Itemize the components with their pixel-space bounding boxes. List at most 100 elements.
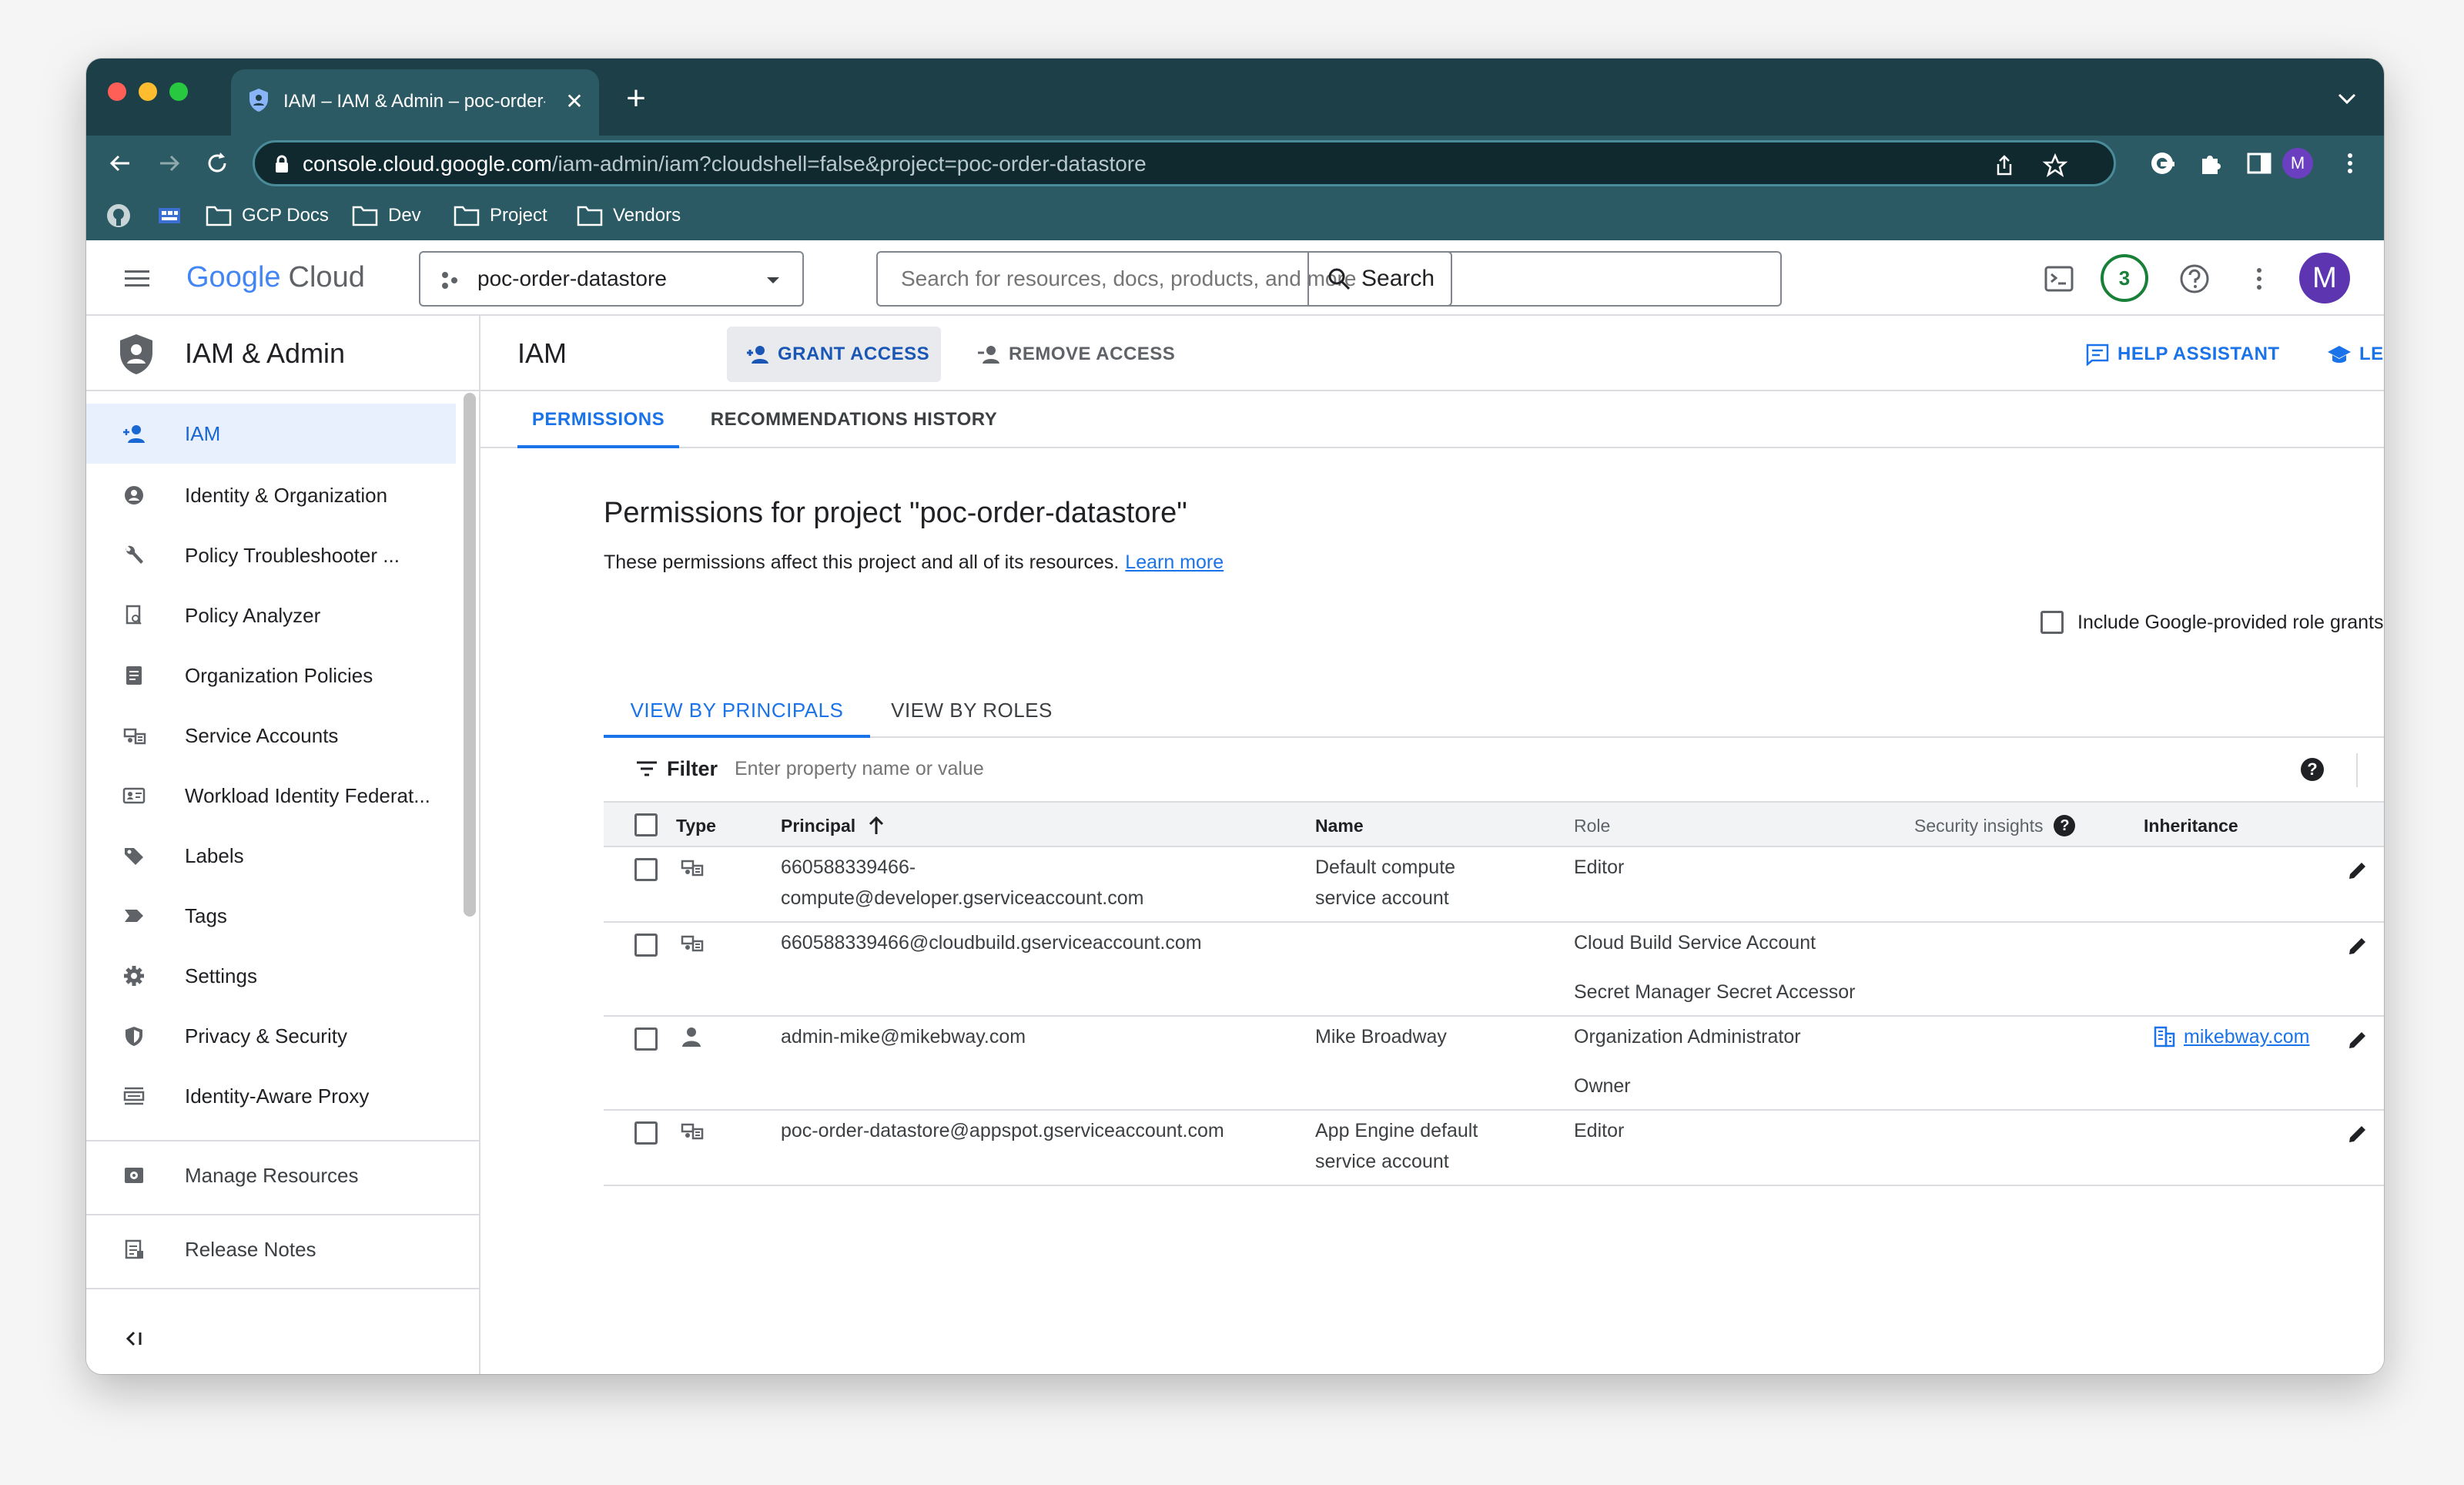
column-security-label: Security insights: [1914, 816, 2044, 836]
extensions-puzzle-icon[interactable]: [2196, 148, 2227, 179]
edit-pencil-icon[interactable]: [2345, 934, 2370, 958]
tab-close-icon[interactable]: ✕: [561, 86, 588, 117]
sidebar-item-workload-identity[interactable]: Workload Identity Federat...: [86, 766, 456, 826]
sidebar-item-labels[interactable]: Labels: [86, 826, 456, 886]
lock-icon: [276, 155, 288, 173]
forward-icon[interactable]: [154, 148, 185, 179]
help-assistant-button[interactable]: HELP ASSISTANT: [2085, 327, 2280, 382]
bookmark-gcp-docs[interactable]: GCP Docs: [205, 200, 329, 231]
column-name[interactable]: Name: [1315, 810, 1364, 841]
learn-more-link[interactable]: Learn more: [1125, 551, 1224, 573]
tab-search-icon[interactable]: [2332, 83, 2362, 114]
tab-recommendations-history[interactable]: RECOMMENDATIONS HISTORY: [704, 393, 1004, 448]
bookmarks-bar: GCP Docs Dev Project Vendors: [86, 191, 2384, 240]
browser-menu-icon[interactable]: [2335, 148, 2365, 179]
sidebar-item-release-notes[interactable]: Release Notes: [86, 1219, 479, 1280]
sidebar-item-privacy-security[interactable]: Privacy & Security: [86, 1006, 456, 1066]
label-tag-icon: [125, 848, 143, 865]
column-type[interactable]: Type: [676, 810, 716, 841]
github-icon[interactable]: [105, 202, 132, 230]
logo-google-text: Google: [186, 261, 281, 293]
inheritance-link[interactable]: mikebway.com: [2153, 1021, 2309, 1052]
filter-input[interactable]: [735, 753, 1736, 784]
select-all-checkbox[interactable]: [634, 813, 658, 836]
learn-label: LEARN: [2359, 344, 2384, 364]
sidebar-item-tags[interactable]: Tags: [86, 886, 456, 946]
browser-profile-avatar[interactable]: M: [2282, 148, 2313, 179]
sidebar-item-identity-aware-proxy[interactable]: Identity-Aware Proxy: [86, 1066, 456, 1126]
tab-view-by-roles[interactable]: VIEW BY ROLES: [881, 686, 1063, 738]
collapse-sidebar-icon[interactable]: [120, 1325, 148, 1353]
permissions-subtext: These permissions affect this project an…: [604, 547, 1224, 578]
side-panel-icon[interactable]: [2244, 148, 2275, 179]
bookmark-star-icon[interactable]: [2041, 152, 2069, 179]
project-picker[interactable]: poc-order-datastore: [419, 251, 804, 307]
principal-cell: 660588339466@cloudbuild.gserviceaccount.…: [781, 932, 1202, 954]
service-account-icon: [681, 1123, 704, 1140]
inheritance-label: mikebway.com: [2184, 1025, 2310, 1048]
cloud-shell-icon[interactable]: [2042, 262, 2076, 296]
name-cell-line2: service account: [1315, 1151, 1449, 1172]
browser-tab[interactable]: IAM – IAM & Admin – poc-order-datastore …: [231, 69, 599, 136]
sidebar-item-policy-troubleshooter[interactable]: Policy Troubleshooter ...: [86, 525, 456, 585]
row-checkbox[interactable]: [634, 934, 658, 957]
table-row: 660588339466@cloudbuild.gserviceaccount.…: [604, 923, 2384, 1017]
edit-pencil-icon[interactable]: [2345, 1121, 2370, 1146]
close-window-button[interactable]: [108, 82, 126, 101]
search-button[interactable]: Search: [1307, 251, 1452, 307]
row-checkbox[interactable]: [634, 1121, 658, 1145]
account-avatar[interactable]: M: [2299, 253, 2350, 303]
help-circle-icon[interactable]: ?: [2301, 758, 2324, 781]
tab-view-by-principals[interactable]: VIEW BY PRINCIPALS: [604, 686, 870, 738]
column-security-insights[interactable]: Security insights?: [1914, 810, 2076, 841]
new-tab-button[interactable]: +: [618, 80, 654, 117]
column-inheritance[interactable]: Inheritance: [2144, 810, 2238, 841]
edit-pencil-icon[interactable]: [2345, 1027, 2370, 1052]
back-icon[interactable]: [105, 148, 136, 179]
learn-button[interactable]: LEARN: [2327, 327, 2384, 382]
help-icon[interactable]: [2178, 262, 2211, 296]
zoom-window-button[interactable]: [169, 82, 188, 101]
sidebar-item-policy-analyzer[interactable]: Policy Analyzer: [86, 585, 456, 645]
column-role[interactable]: Role: [1574, 810, 1610, 841]
toolbar-divider: [2356, 753, 2358, 787]
google-cloud-logo[interactable]: Google Cloud: [186, 257, 365, 297]
remove-access-button[interactable]: REMOVE ACCESS: [976, 327, 1175, 382]
reload-icon[interactable]: [202, 148, 233, 179]
minimize-window-button[interactable]: [139, 82, 157, 101]
logo-cloud-text: Cloud: [288, 261, 365, 293]
address-bar[interactable]: console.cloud.google.com/iam-admin/iam?c…: [253, 140, 2116, 186]
tab-permissions[interactable]: PERMISSIONS: [517, 393, 679, 448]
folder-icon: [352, 206, 378, 226]
hamburger-menu-icon[interactable]: [120, 262, 154, 296]
role-cell: Editor: [1574, 1120, 1625, 1141]
column-principal[interactable]: Principal: [781, 810, 888, 841]
view-tabs: VIEW BY PRINCIPALS VIEW BY ROLES: [604, 686, 2384, 738]
extension-google-icon[interactable]: [2147, 148, 2178, 179]
sidebar-scrollbar[interactable]: [464, 393, 476, 917]
folder-icon: [206, 206, 232, 226]
name-cell: Mike Broadway: [1315, 1026, 1447, 1048]
more-options-icon[interactable]: [2242, 262, 2276, 296]
sidebar-item-organization-policies[interactable]: Organization Policies: [86, 645, 456, 706]
sidebar-item-service-accounts[interactable]: Service Accounts: [86, 706, 456, 766]
row-checkbox[interactable]: [634, 858, 658, 881]
help-circle-icon[interactable]: ?: [2054, 815, 2076, 836]
person-icon: [682, 1027, 701, 1047]
sidebar-item-settings[interactable]: Settings: [86, 946, 456, 1006]
sidebar-item-manage-resources[interactable]: Manage Resources: [86, 1145, 479, 1206]
bookmark-dev[interactable]: Dev: [351, 200, 421, 231]
tab-title: IAM – IAM & Admin – poc-order-datastore: [283, 91, 545, 112]
grant-access-button[interactable]: GRANT ACCESS: [727, 327, 941, 382]
app-grid-icon[interactable]: [156, 202, 183, 230]
sidebar-item-identity-organization[interactable]: Identity & Organization: [86, 465, 456, 525]
bookmark-project[interactable]: Project: [453, 200, 547, 231]
edit-pencil-icon[interactable]: [2345, 858, 2370, 883]
include-google-checkbox[interactable]: [2040, 611, 2064, 634]
bookmark-vendors[interactable]: Vendors: [576, 200, 681, 231]
sidebar-item-iam[interactable]: IAM: [86, 404, 456, 464]
share-icon[interactable]: [1990, 152, 2018, 179]
row-checkbox[interactable]: [634, 1027, 658, 1051]
sidebar-item-label: Policy Analyzer: [185, 604, 321, 627]
notifications-badge[interactable]: 3: [2101, 254, 2148, 302]
